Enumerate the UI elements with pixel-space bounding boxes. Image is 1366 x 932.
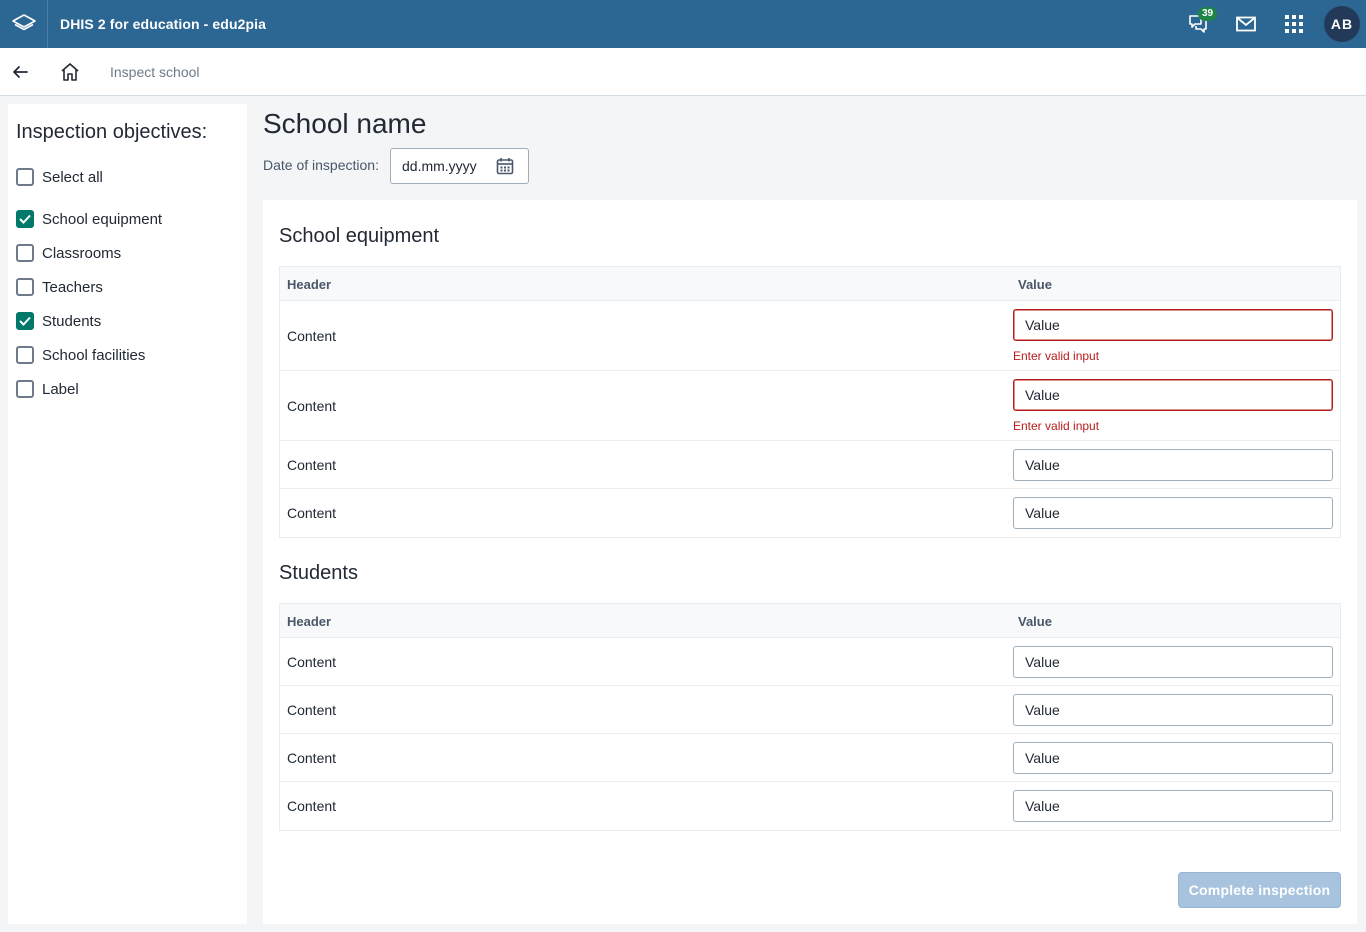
check-icon: [19, 214, 31, 224]
students-table: Header Value Content Value Content Value…: [279, 603, 1341, 831]
table-row: Content Value: [280, 782, 1340, 830]
page-title: School name: [263, 108, 427, 139]
header-column-label: Header: [287, 277, 332, 292]
input-value: Value: [1025, 505, 1060, 521]
complete-inspection-button[interactable]: Complete inspection: [1178, 872, 1341, 908]
home-icon: [61, 62, 79, 81]
row-content: Content: [287, 457, 337, 473]
checkbox-box[interactable]: [16, 168, 34, 186]
row-content: Content: [287, 654, 337, 670]
navigation-bar: Inspect school: [0, 48, 1366, 96]
value-input[interactable]: Value: [1013, 646, 1333, 678]
table-row: Content Value Enter valid input: [280, 371, 1340, 441]
row-content: Content: [287, 505, 337, 521]
breadcrumb[interactable]: Inspect school: [110, 64, 200, 80]
checkbox-school-equipment[interactable]: School equipment: [16, 207, 162, 231]
row-content: Content: [287, 750, 337, 766]
apps-grid-icon: [1285, 15, 1303, 33]
header-column-label: Header: [287, 614, 332, 629]
mail-icon: [1236, 16, 1256, 32]
user-avatar[interactable]: AB: [1324, 6, 1360, 42]
value-input[interactable]: Value: [1013, 449, 1333, 481]
table-row: Content Value Enter valid input: [280, 301, 1340, 371]
checkbox-label: Teachers: [42, 278, 103, 296]
section-title-students: Students: [279, 562, 358, 584]
value-input[interactable]: Value: [1013, 742, 1333, 774]
table-header-row: Header Value: [280, 604, 1340, 638]
value-column-label: Value: [1018, 614, 1052, 629]
input-value: Value: [1025, 457, 1060, 473]
input-value: Value: [1025, 387, 1060, 403]
checkbox-label: Students: [42, 312, 102, 330]
checkbox-students[interactable]: Students: [16, 309, 101, 333]
apps-menu-button[interactable]: [1270, 0, 1318, 48]
check-icon: [19, 316, 31, 326]
arrow-left-icon: [13, 65, 28, 78]
checkbox-label: Select all: [42, 168, 103, 186]
input-value: Value: [1025, 654, 1060, 670]
section-title-school-equipment: School equipment: [279, 225, 440, 247]
input-value: Value: [1025, 317, 1060, 333]
value-input[interactable]: Value: [1013, 497, 1333, 529]
school-equipment-table: Header Value Content Value Enter valid i…: [279, 266, 1341, 538]
table-row: Content Value: [280, 441, 1340, 489]
table-row: Content Value: [280, 638, 1340, 686]
validation-error: Enter valid input: [1013, 349, 1100, 363]
objectives-sidebar: Inspection objectives: Select all School…: [8, 104, 247, 924]
checkbox-label: Label: [42, 380, 79, 398]
row-content: Content: [287, 398, 337, 414]
value-input[interactable]: Value: [1013, 790, 1333, 822]
date-label: Date of inspection:: [263, 157, 379, 173]
inspection-form-card: School equipment Header Value Content Va…: [263, 200, 1357, 924]
table-row: Content Value: [280, 734, 1340, 782]
value-input[interactable]: Value: [1013, 694, 1333, 726]
value-input[interactable]: Value: [1013, 309, 1333, 341]
checkbox-box[interactable]: [16, 278, 34, 296]
app-header: DHIS 2 for education - edu2pia 39 AB: [0, 0, 1366, 48]
layers-logo-icon: [11, 14, 36, 31]
sidebar-title: Inspection objectives:: [16, 121, 208, 143]
home-button[interactable]: [50, 48, 90, 96]
calendar-icon[interactable]: [496, 157, 514, 175]
dhis2-logo[interactable]: [0, 0, 48, 48]
checkbox-label: School equipment: [42, 210, 163, 228]
back-button[interactable]: [0, 48, 40, 96]
app-title: DHIS 2 for education - edu2pia: [60, 16, 267, 32]
checkbox-teachers[interactable]: Teachers: [16, 275, 103, 299]
value-input[interactable]: Value: [1013, 379, 1333, 411]
checkbox-school-facilities[interactable]: School facilities: [16, 343, 145, 367]
checkbox-classrooms[interactable]: Classrooms: [16, 241, 121, 265]
date-placeholder: dd.mm.yyyy: [402, 158, 477, 174]
checkbox-box[interactable]: [16, 312, 34, 330]
table-row: Content Value: [280, 489, 1340, 537]
input-value: Value: [1025, 798, 1060, 814]
checkbox-select-all[interactable]: Select all: [16, 165, 103, 189]
row-content: Content: [287, 702, 337, 718]
email-button[interactable]: [1222, 0, 1270, 48]
checkbox-box[interactable]: [16, 346, 34, 364]
checkbox-box[interactable]: [16, 210, 34, 228]
checkbox-box[interactable]: [16, 244, 34, 262]
checkbox-label-item[interactable]: Label: [16, 377, 79, 401]
input-value: Value: [1025, 750, 1060, 766]
row-content: Content: [287, 328, 337, 344]
table-header-row: Header Value: [280, 267, 1340, 301]
table-row: Content Value: [280, 686, 1340, 734]
value-column-label: Value: [1018, 277, 1052, 292]
row-content: Content: [287, 798, 337, 814]
validation-error: Enter valid input: [1013, 419, 1100, 433]
input-value: Value: [1025, 702, 1060, 718]
checkbox-label: Classrooms: [42, 244, 122, 262]
interpretations-button[interactable]: 39: [1174, 0, 1222, 48]
checkbox-box[interactable]: [16, 380, 34, 398]
checkbox-label: School facilities: [42, 346, 146, 364]
notification-badge: 39: [1198, 7, 1218, 21]
date-input[interactable]: dd.mm.yyyy: [390, 148, 529, 184]
